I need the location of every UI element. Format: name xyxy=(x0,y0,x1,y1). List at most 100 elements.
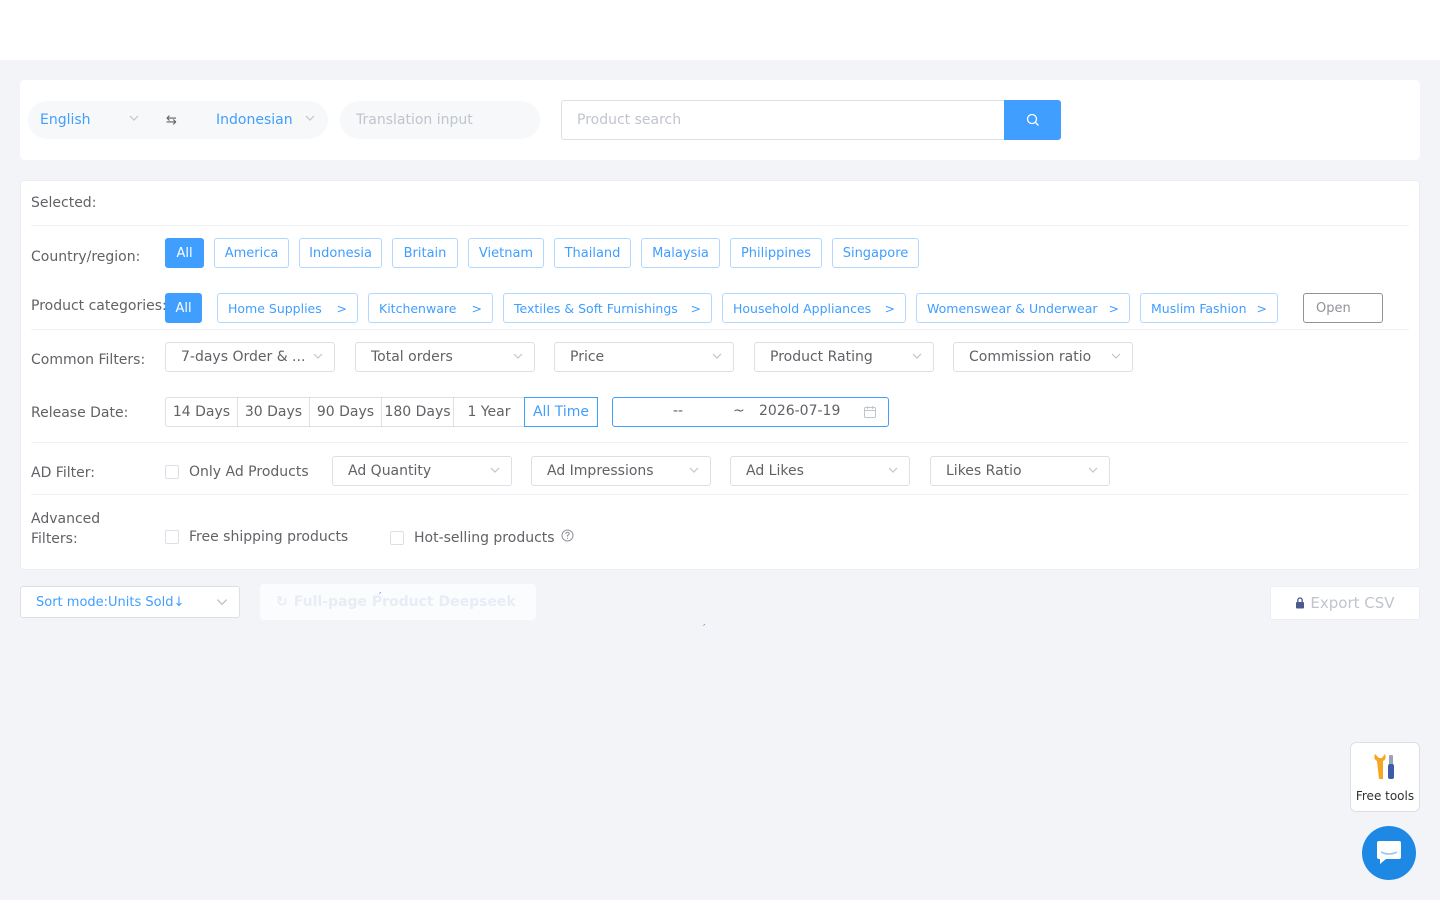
select-value: 7-days Order & ... xyxy=(181,349,306,365)
selected-label: Selected: xyxy=(31,195,97,211)
category-label: Product categories: xyxy=(31,298,167,314)
category-tag-all[interactable]: All xyxy=(165,293,202,323)
category-tag-household-appliances[interactable]: Household Appliances > xyxy=(722,293,906,323)
category-label-text: Womenswear & Underwear xyxy=(927,300,1098,316)
checkbox-box[interactable] xyxy=(165,530,179,544)
select-ad-quantity[interactable]: Ad Quantity xyxy=(332,456,512,486)
select-value: Ad Quantity xyxy=(348,463,432,479)
hot-selling-checkbox[interactable]: Hot-selling products xyxy=(390,529,574,546)
country-tag-britain[interactable]: Britain xyxy=(392,238,458,268)
open-categories-button[interactable]: Open xyxy=(1303,293,1383,323)
filter-card: Selected: Country/region: All America In… xyxy=(20,180,1420,570)
chevron-down-icon xyxy=(688,464,700,480)
product-search-input[interactable] xyxy=(561,100,1004,140)
release-date-segmented: 14 Days 30 Days 90 Days 180 Days 1 Year … xyxy=(165,397,598,427)
category-tag-kitchenware[interactable]: Kitchenware > xyxy=(368,293,493,323)
chevron-down-icon xyxy=(215,595,229,613)
country-tag-philippines[interactable]: Philippines xyxy=(730,238,822,268)
country-label: Country/region: xyxy=(31,249,141,265)
target-language-select[interactable]: Indonesian xyxy=(216,112,293,128)
chevron-down-icon xyxy=(1087,464,1099,480)
category-tag-home-supplies[interactable]: Home Supplies > xyxy=(217,293,358,323)
advanced-filters-label: Advanced Filters: xyxy=(31,511,101,547)
category-tag-womenswear[interactable]: Womenswear & Underwear > xyxy=(916,293,1130,323)
sort-mode-select[interactable]: Sort mode:Units Sold↓ xyxy=(20,586,240,618)
deepseek-label: Full-page Product Deepseek xyxy=(293,594,516,610)
checkbox-label: Only Ad Products xyxy=(189,464,309,480)
divider xyxy=(31,225,1409,226)
country-tag-thailand[interactable]: Thailand xyxy=(554,238,631,268)
release-180-days[interactable]: 180 Days xyxy=(382,398,454,426)
release-14-days[interactable]: 14 Days xyxy=(166,398,238,426)
chevron-right-icon: > xyxy=(1256,300,1267,316)
release-30-days[interactable]: 30 Days xyxy=(238,398,310,426)
deepseek-button[interactable]: ↻ Full-page Product Deepseek xyxy=(260,584,536,620)
select-value: Total orders xyxy=(371,349,453,365)
select-ad-impressions[interactable]: Ad Impressions xyxy=(531,456,711,486)
lock-icon xyxy=(1295,597,1305,609)
chevron-right-icon: > xyxy=(690,300,701,316)
select-value: Commission ratio xyxy=(969,349,1092,365)
loading-spark: ′ xyxy=(703,622,706,635)
category-tag-muslim-fashion[interactable]: Muslim Fashion > xyxy=(1140,293,1278,323)
checkbox-box[interactable] xyxy=(390,530,404,545)
select-value: Ad Likes xyxy=(746,463,804,479)
select-product-rating[interactable]: Product Rating xyxy=(754,342,934,372)
select-total-orders[interactable]: Total orders xyxy=(355,342,535,372)
select-ad-likes[interactable]: Ad Likes xyxy=(730,456,910,486)
checkbox-label: Hot-selling products xyxy=(414,529,555,546)
country-tag-vietnam[interactable]: Vietnam xyxy=(468,238,544,268)
release-all-time[interactable]: All Time xyxy=(524,397,598,427)
translation-input[interactable] xyxy=(340,101,540,139)
swap-icon[interactable]: ⇆ xyxy=(166,113,177,128)
select-value: Product Rating xyxy=(770,349,873,365)
loading-spark: ′ xyxy=(379,590,382,603)
country-tag-malaysia[interactable]: Malaysia xyxy=(641,238,720,268)
common-filters-label: Common Filters: xyxy=(31,352,146,368)
chevron-down-icon xyxy=(512,350,524,366)
select-7day-orders[interactable]: 7-days Order & ... xyxy=(165,342,335,372)
date-start: -- xyxy=(673,403,684,419)
chevron-down-icon xyxy=(887,464,899,480)
free-shipping-checkbox[interactable]: Free shipping products xyxy=(165,529,348,545)
category-label-text: Home Supplies xyxy=(228,300,322,316)
divider xyxy=(31,329,1409,330)
chevron-right-icon: > xyxy=(336,300,347,316)
date-separator: ~ xyxy=(733,403,745,419)
category-label-text: Kitchenware xyxy=(379,300,457,316)
chevron-down-icon[interactable] xyxy=(304,112,316,128)
release-1-year[interactable]: 1 Year xyxy=(454,398,525,426)
ad-filter-label: AD Filter: xyxy=(31,465,95,481)
select-price[interactable]: Price xyxy=(554,342,734,372)
tools-icon xyxy=(1371,751,1399,785)
country-tag-america[interactable]: America xyxy=(214,238,289,268)
date-range-picker[interactable]: -- ~ 2026-07-19 xyxy=(612,397,889,427)
free-tools-button[interactable]: Free tools xyxy=(1350,742,1420,812)
chat-button[interactable] xyxy=(1362,826,1416,880)
chevron-right-icon: > xyxy=(471,300,482,316)
export-csv-button[interactable]: Export CSV xyxy=(1270,586,1420,620)
source-language-select[interactable]: English xyxy=(40,112,91,128)
search-card: English ⇆ Indonesian xyxy=(20,80,1420,160)
select-commission-ratio[interactable]: Commission ratio xyxy=(953,342,1133,372)
category-tag-textiles[interactable]: Textiles & Soft Furnishings > xyxy=(503,293,712,323)
checkbox-box[interactable] xyxy=(165,465,179,479)
chevron-down-icon[interactable] xyxy=(128,112,140,128)
only-ad-products-checkbox[interactable]: Only Ad Products xyxy=(165,464,309,480)
release-90-days[interactable]: 90 Days xyxy=(310,398,382,426)
calendar-icon xyxy=(863,405,877,423)
chevron-down-icon xyxy=(1110,350,1122,366)
divider xyxy=(31,494,1409,495)
refresh-icon: ↻ xyxy=(276,594,288,610)
country-tag-all[interactable]: All xyxy=(165,238,204,268)
select-likes-ratio[interactable]: Likes Ratio xyxy=(930,456,1110,486)
select-value: Ad Impressions xyxy=(547,463,654,479)
date-end: 2026-07-19 xyxy=(759,403,841,419)
country-tag-indonesia[interactable]: Indonesia xyxy=(299,238,382,268)
chevron-down-icon xyxy=(711,350,723,366)
search-button[interactable] xyxy=(1004,100,1061,140)
help-icon[interactable] xyxy=(561,529,574,546)
country-tag-singapore[interactable]: Singapore xyxy=(832,238,919,268)
language-selector: English ⇆ Indonesian xyxy=(28,101,328,139)
select-value: Price xyxy=(570,349,605,365)
